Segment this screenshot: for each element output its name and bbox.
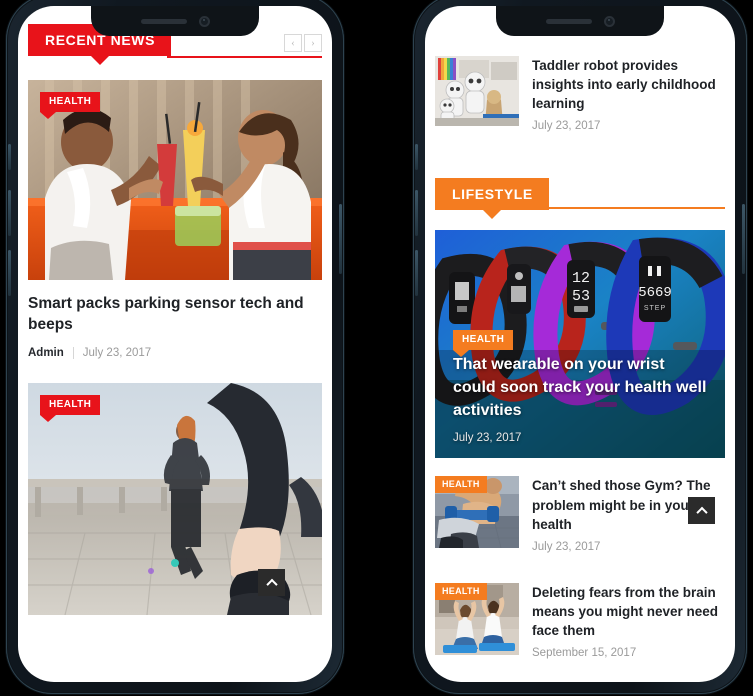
phone-mockup-left: RECENT NEWS ‹ › HEALTH Smart packs parki… — [6, 0, 344, 694]
scroll-to-top-button-left[interactable] — [258, 569, 285, 596]
article-title[interactable]: Taddler robot provides insights into ear… — [532, 56, 725, 113]
article-thumbnail[interactable]: HEALTH — [435, 582, 519, 655]
phone-side-button-volume-up[interactable] — [8, 190, 11, 236]
earpiece-speaker-icon — [545, 18, 592, 24]
list-item-body: Deleting fears from the brain means you … — [532, 583, 725, 659]
article-thumbnail[interactable]: HEALTH — [435, 476, 519, 549]
meta-divider — [72, 346, 74, 359]
list-item-body: Taddler robot provides insights into ear… — [532, 56, 725, 132]
list-item[interactable]: HEALTH Deleting fears from the brain mea… — [435, 567, 725, 673]
chevron-up-icon — [265, 578, 278, 590]
front-camera-icon — [603, 15, 615, 27]
category-badge[interactable]: HEALTH — [40, 394, 101, 422]
badge-tail — [40, 112, 56, 119]
category-badge[interactable]: HEALTH — [435, 582, 487, 600]
list-item[interactable]: Taddler robot provides insights into ear… — [435, 42, 725, 146]
ribbon-tail — [481, 209, 502, 220]
phone-notch — [91, 6, 259, 36]
section-rule — [167, 56, 322, 58]
featured-date: July 23, 2017 — [453, 432, 522, 445]
carousel-nav: ‹ › — [284, 34, 322, 52]
article-date: July 23, 2017 — [532, 120, 601, 133]
article-author[interactable]: Admin — [28, 347, 64, 359]
article-date: July 23, 2017 — [532, 540, 601, 553]
section-rule — [548, 207, 725, 210]
section-header-lifestyle: LIFESTYLE — [425, 178, 735, 220]
featured-title[interactable]: That wearable on your wrist could soon t… — [453, 353, 707, 423]
phone-side-button-power[interactable] — [742, 204, 745, 274]
phone-side-button-mute[interactable] — [415, 144, 418, 170]
article-thumbnail[interactable]: HEALTH — [28, 80, 322, 280]
phone-side-button-mute[interactable] — [8, 144, 11, 170]
phone-notch — [496, 6, 664, 36]
article-feed-right: Taddler robot provides insights into ear… — [425, 6, 735, 682]
phone-mockup-right: Taddler robot provides insights into ear… — [413, 0, 747, 694]
article-date: September 15, 2017 — [532, 647, 637, 660]
scroll-to-top-button-right[interactable] — [688, 497, 715, 524]
category-badge[interactable]: HEALTH — [453, 330, 514, 358]
screenshot-stage: RECENT NEWS ‹ › HEALTH Smart packs parki… — [0, 0, 753, 696]
carousel-next-button[interactable]: › — [304, 34, 322, 52]
badge-tail — [40, 414, 56, 422]
article-card[interactable]: HEALTH Smart packs parking sensor tech a… — [28, 80, 322, 359]
article-meta: Admin July 23, 2017 — [28, 346, 322, 359]
featured-overlay: That wearable on your wrist could soon t… — [435, 353, 725, 459]
front-camera-icon — [198, 15, 210, 27]
article-title[interactable]: Deleting fears from the brain means you … — [532, 583, 725, 640]
article-title[interactable]: Smart packs parking sensor tech and beep… — [28, 294, 322, 336]
svg-text:5669: 5669 — [638, 285, 672, 301]
article-date: July 23, 2017 — [82, 346, 152, 359]
category-badge[interactable]: HEALTH — [435, 476, 487, 494]
list-item[interactable]: HEALTH Can’t shed those Gym? The problem… — [435, 458, 725, 566]
carousel-prev-button[interactable]: ‹ — [284, 34, 302, 52]
phone-side-button-volume-up[interactable] — [415, 190, 418, 236]
svg-text:12: 12 — [572, 270, 590, 287]
section-title-lifestyle: LIFESTYLE — [435, 178, 549, 220]
phone-screen-right: Taddler robot provides insights into ear… — [425, 6, 735, 682]
chevron-up-icon — [695, 506, 708, 518]
featured-article-card[interactable]: 12 53 5669 STEP HEALTH That wearable on … — [435, 230, 725, 459]
phone-side-button-power[interactable] — [339, 204, 342, 274]
ribbon-tail — [89, 55, 110, 65]
svg-text:STEP: STEP — [644, 305, 666, 312]
phone-side-button-volume-down[interactable] — [8, 250, 11, 296]
earpiece-speaker-icon — [140, 18, 187, 24]
category-badge[interactable]: HEALTH — [40, 92, 101, 119]
phone-side-button-volume-down[interactable] — [415, 250, 418, 296]
article-thumbnail[interactable] — [435, 56, 519, 126]
svg-text:53: 53 — [572, 288, 590, 305]
